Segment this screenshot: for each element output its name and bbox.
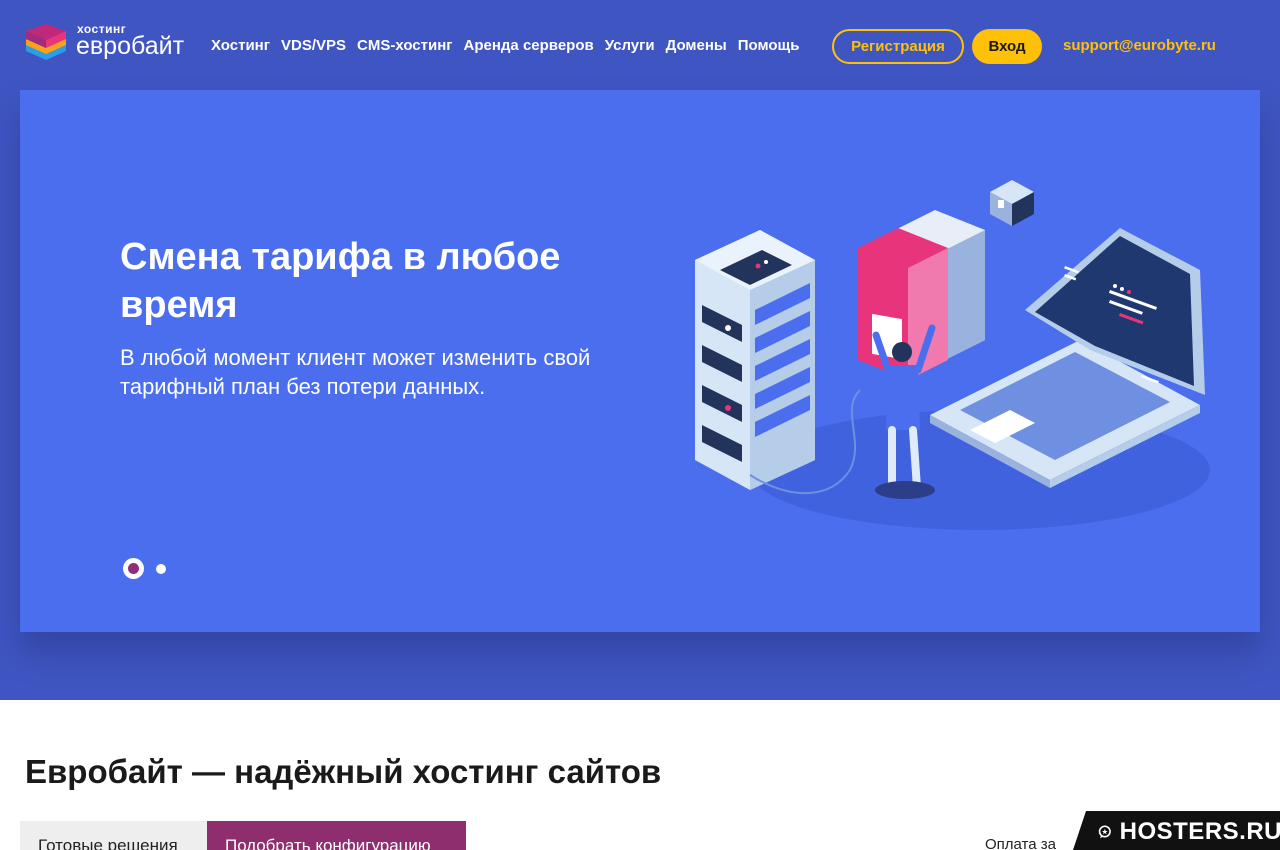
slider-dot-1-indicator [128, 563, 139, 574]
nav-item-hosting[interactable]: Хостинг [211, 37, 270, 54]
login-button[interactable]: Вход [972, 29, 1042, 64]
nav-item-help[interactable]: Помощь [738, 37, 800, 54]
logo[interactable]: хостинг евробайт [24, 22, 194, 70]
support-email-link[interactable]: support@eurobyte.ru [1063, 37, 1216, 54]
hero-slider: Смена тарифа в любое время В любой момен… [20, 90, 1260, 632]
nav-item-server-rental[interactable]: Аренда серверов [464, 37, 594, 54]
payment-period-label: Оплата за [985, 836, 1056, 850]
register-button[interactable]: Регистрация [832, 29, 964, 64]
hero-description: В любой момент клиент может изменить сво… [120, 345, 591, 399]
header-background: хостинг евробайт Хостинг VDS/VPS CMS-хос… [0, 0, 1280, 700]
hero-title: Смена тарифа в любое время [120, 236, 561, 326]
nav-item-domains[interactable]: Домены [666, 37, 727, 54]
hosters-watermark: HOSTERS.RU [1072, 811, 1280, 850]
server-laptop-illustration [695, 180, 1210, 530]
logo-title: евробайт [76, 32, 185, 60]
slider-dot-1[interactable] [123, 558, 144, 579]
nav-item-services[interactable]: Услуги [605, 37, 655, 54]
tab-ready-solutions[interactable]: Готовые решения [20, 821, 207, 850]
hosters-label: HOSTERS.RU [1119, 818, 1280, 845]
nav-item-vds-vps[interactable]: VDS/VPS [281, 37, 346, 54]
main-nav: Хостинг VDS/VPS CMS-хостинг Аренда серве… [211, 37, 799, 54]
section-title: Евробайт — надёжный хостинг сайтов [25, 753, 662, 790]
tab-configure[interactable]: Подобрать конфигурацию [207, 821, 466, 850]
hosters-logo-icon [1098, 825, 1111, 839]
nav-item-cms-hosting[interactable]: CMS-хостинг [357, 37, 452, 54]
slider-dot-2[interactable] [156, 564, 166, 574]
logo-cube-icon [26, 24, 66, 60]
